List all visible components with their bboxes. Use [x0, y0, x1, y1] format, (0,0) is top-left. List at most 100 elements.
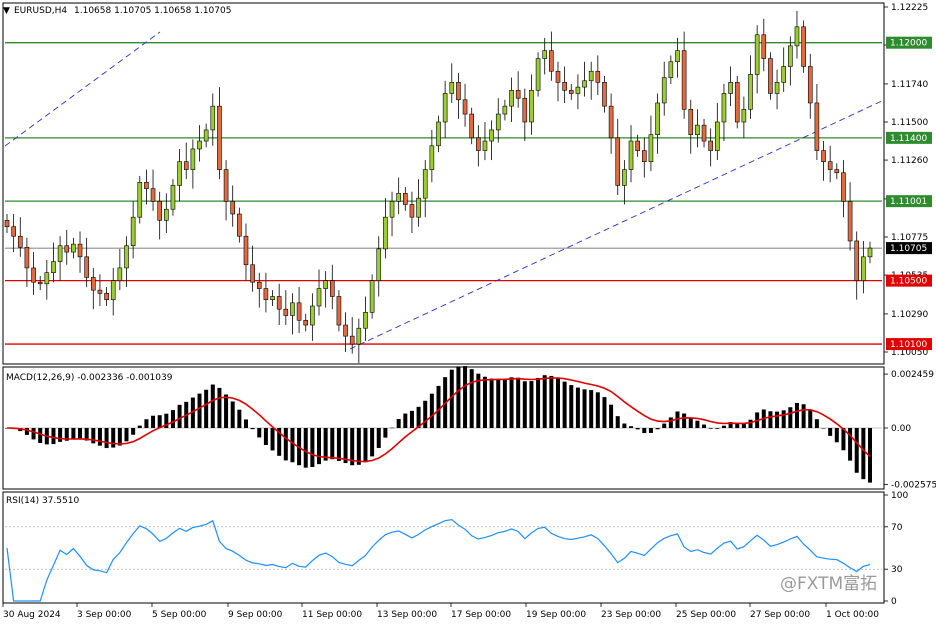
candle-bull	[422, 169, 428, 199]
time-tick-label: 5 Sep 00:00	[152, 610, 207, 620]
candle-bear	[263, 288, 269, 300]
macd-histogram-bar	[336, 428, 341, 461]
price-tick-label: 1.12225	[891, 3, 928, 13]
time-tick-label: 9 Sep 00:00	[228, 610, 283, 620]
candle-bull	[177, 161, 182, 186]
macd-histogram-bar	[330, 428, 335, 460]
rsi-tick-label: 70	[891, 523, 903, 533]
candle-bear	[223, 169, 229, 202]
macd-histogram-bar	[569, 385, 574, 428]
candle-bull	[396, 193, 401, 202]
candle-bear	[150, 188, 156, 202]
macd-histogram-bar	[51, 428, 56, 445]
candle-bull	[310, 305, 315, 326]
candle-bull	[655, 102, 660, 135]
candle-bull	[582, 80, 587, 88]
macd-histogram-bar	[390, 427, 395, 429]
macd-histogram-bar	[111, 428, 116, 448]
candle-bear	[349, 335, 355, 345]
candle-bear	[230, 201, 236, 215]
macd-histogram-bar	[383, 428, 388, 438]
ohlc-readout: 1.10658 1.10705 1.10658 1.10705	[74, 6, 231, 16]
candle-bull	[715, 121, 720, 151]
rsi-label: RSI(14) 37.5510	[6, 496, 79, 506]
macd-histogram-bar	[243, 419, 248, 428]
candle-bull	[628, 140, 634, 170]
rsi-tick-label: 30	[891, 565, 903, 575]
candle-bull	[741, 109, 747, 123]
candle-bull	[449, 82, 455, 94]
macd-label: MACD(12,26,9) -0.002336 -0.001039	[6, 373, 173, 383]
macd-histogram-bar	[542, 375, 547, 428]
candle-bull	[861, 256, 866, 281]
macd-histogram-bar	[609, 404, 614, 428]
candle-bull	[622, 169, 627, 186]
candle-bear	[217, 105, 222, 170]
candle-bear	[97, 289, 103, 294]
candle-bull	[137, 181, 143, 218]
macd-histogram-bar	[808, 409, 813, 428]
candle-bull	[44, 272, 50, 285]
candle-bear	[303, 319, 309, 326]
macd-histogram-bar	[595, 392, 600, 428]
candle-bear	[329, 280, 335, 297]
candle-bear	[157, 201, 162, 221]
candle-bear	[31, 267, 36, 283]
candle-bull	[190, 148, 196, 170]
macd-histogram-bar	[748, 419, 753, 428]
symbol-dropdown-icon[interactable]: ▼	[3, 6, 10, 16]
rsi-tick-label: 100	[891, 491, 908, 501]
candle-bull	[668, 61, 674, 78]
rsi-tick-label: 0	[891, 597, 897, 607]
macd-histogram-bar	[648, 428, 653, 433]
candle-bull	[781, 66, 787, 83]
macd-tick-label: -0.002575	[891, 480, 936, 490]
candle-bull	[529, 89, 534, 123]
macd-histogram-bar	[343, 428, 348, 464]
candle-bear	[243, 235, 249, 266]
macd-histogram-bar	[370, 428, 375, 457]
macd-histogram-bar	[31, 428, 36, 440]
macd-histogram-bar	[469, 369, 474, 428]
macd-histogram-bar	[828, 428, 833, 436]
macd-histogram-bar	[429, 393, 434, 428]
candle-bear	[409, 204, 415, 218]
candle-bear	[24, 247, 30, 269]
candle-bear	[256, 281, 262, 289]
macd-histogram-bar	[781, 410, 786, 428]
level-tag-label: 1.10500	[890, 277, 927, 287]
candle-bull	[509, 89, 514, 107]
level-tag-label: 1.10100	[890, 340, 927, 350]
macd-histogram-bar	[522, 381, 527, 428]
candle-bull	[376, 248, 382, 281]
candle-bull	[203, 129, 209, 142]
macd-histogram-bar	[263, 428, 268, 446]
candle-bull	[270, 296, 275, 300]
macd-histogram-bar	[363, 428, 368, 463]
chart-background	[0, 0, 936, 624]
macd-histogram-bar	[834, 428, 839, 443]
macd-histogram-bar	[482, 376, 487, 428]
candle-bear	[11, 226, 16, 237]
candle-bear	[283, 308, 289, 316]
macd-histogram-bar	[310, 428, 315, 468]
macd-histogram-bar	[735, 423, 740, 428]
candle-bull	[117, 267, 123, 281]
macd-histogram-bar	[323, 428, 328, 461]
candle-bear	[641, 150, 647, 162]
candle-bull	[482, 140, 488, 151]
candle-bull	[661, 77, 667, 104]
candle-bear	[343, 324, 348, 337]
candle-bull	[489, 129, 494, 142]
macd-histogram-bar	[854, 428, 859, 473]
chart-canvas: 1.122251.119851.117401.115001.112601.110…	[0, 0, 936, 624]
macd-histogram-bar	[456, 366, 461, 428]
candle-bull	[675, 50, 680, 63]
macd-histogram-bar	[589, 390, 594, 428]
candle-bull	[369, 280, 375, 313]
candle-bear	[403, 193, 408, 205]
macd-histogram-bar	[615, 416, 620, 428]
candle-bull	[197, 140, 202, 150]
macd-histogram-bar	[170, 410, 175, 428]
candle-bear	[841, 172, 846, 202]
